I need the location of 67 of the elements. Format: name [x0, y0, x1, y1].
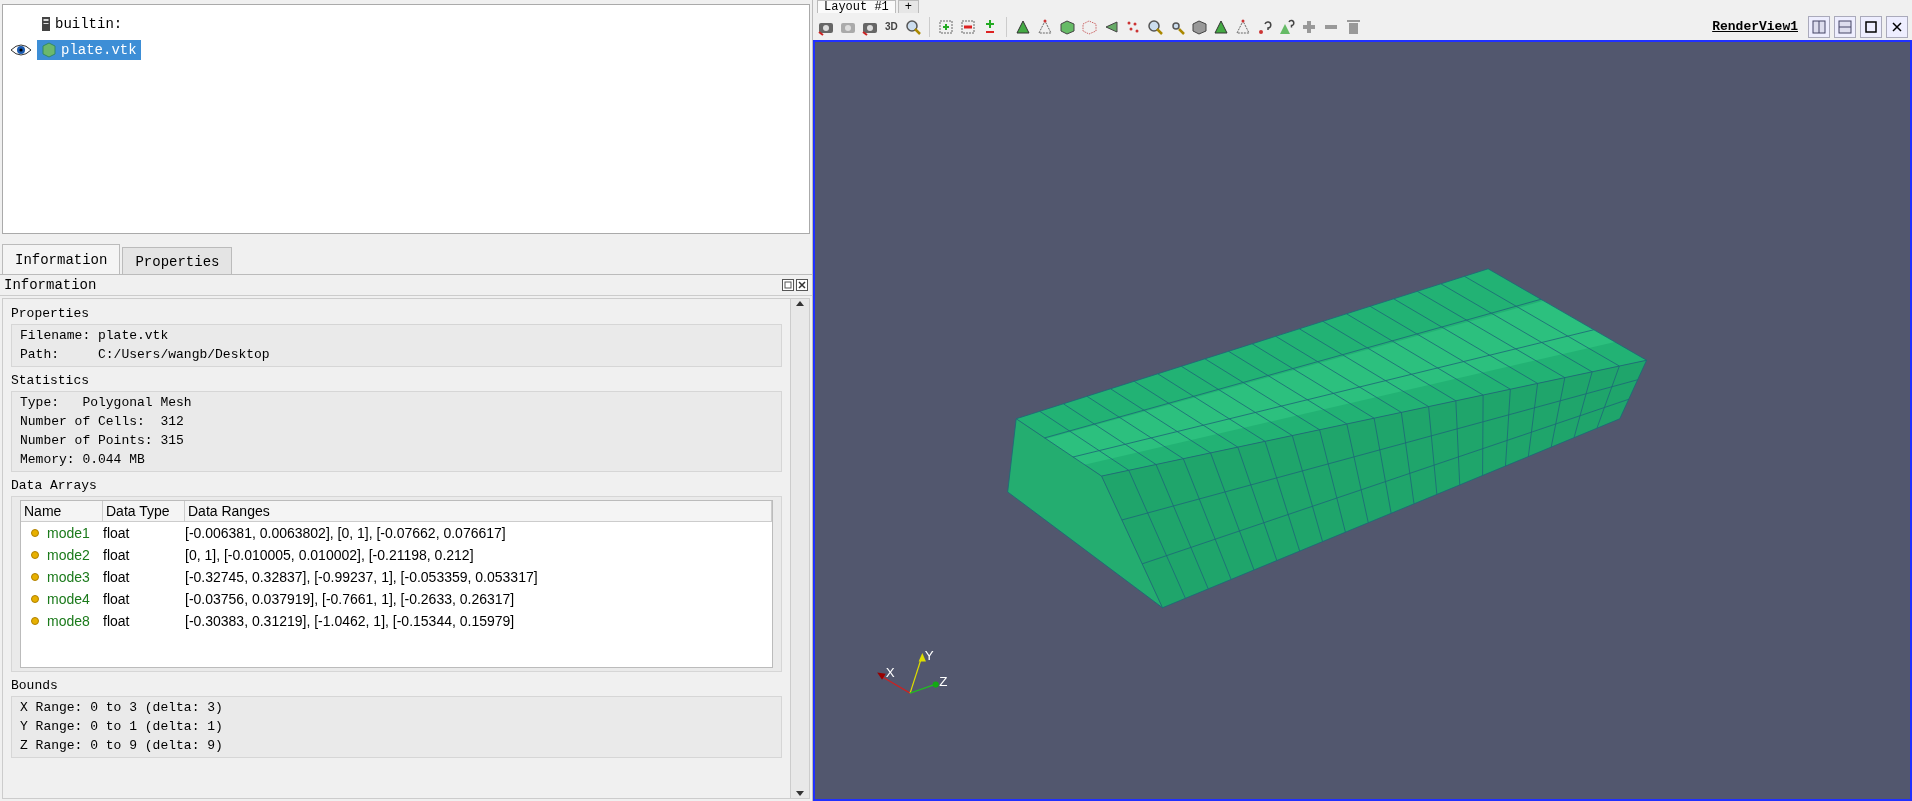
- info-line: Number of Points: 315: [20, 433, 185, 449]
- column-header[interactable]: Data Type: [103, 501, 185, 521]
- point-data-icon: [31, 573, 39, 581]
- table-cell-text: [-0.006381, 0.0063802], [0, 1], [-0.07662, 0.076617]: [185, 525, 507, 541]
- info-line: Filename: plate.vtk: [20, 328, 170, 344]
- scroll-up-icon[interactable]: [795, 299, 805, 307]
- float-icon[interactable]: [782, 279, 794, 291]
- cube-icon: [41, 42, 57, 58]
- triangle-icon[interactable]: [1277, 17, 1296, 36]
- panel-title: Information: [4, 277, 97, 293]
- info-line: Number of Cells: 312: [20, 414, 185, 430]
- maximize-icon: [1865, 20, 1877, 33]
- array-name: mode3: [47, 569, 90, 585]
- table-cell-text: [0, 1], [-0.010005, 0.010002], [-0.21198, 0.212]: [185, 547, 475, 563]
- remove-icon[interactable]: [958, 17, 977, 36]
- info-line: Z Range: 0 to 9 (delta: 9): [20, 738, 224, 754]
- view-name: RenderView1: [1712, 19, 1798, 34]
- column-header[interactable]: Data Ranges: [185, 501, 772, 521]
- point-data-icon: [31, 551, 39, 559]
- split-vertical-icon: [1838, 19, 1852, 34]
- table-cell-text: float: [103, 525, 131, 541]
- table-cell-text: [-0.03756, 0.037919], [-0.7661, 1], [-0.2633, 0.26317]: [185, 591, 516, 607]
- find-icon[interactable]: [1145, 17, 1164, 36]
- info-line: X Range: 0 to 3 (delta: 3): [20, 700, 224, 716]
- add-icon[interactable]: [936, 17, 955, 36]
- layout-tab[interactable]: +: [897, 0, 919, 14]
- render-view[interactable]: X Y Z: [813, 39, 1912, 801]
- scroll-down-icon[interactable]: [795, 790, 805, 798]
- section-title: Statistics: [11, 373, 90, 388]
- point-data-icon: [31, 529, 39, 537]
- close-icon[interactable]: [796, 279, 808, 291]
- table-cell-text: float: [103, 591, 131, 607]
- close-button[interactable]: [1886, 15, 1908, 38]
- array-name: mode1: [47, 525, 90, 541]
- selection-icon[interactable]: [1035, 17, 1054, 36]
- array-name: mode8: [47, 613, 90, 629]
- panel-tab[interactable]: Properties: [122, 247, 233, 274]
- array-name: mode4: [47, 591, 90, 607]
- layout-tab[interactable]: Layout #1: [817, 0, 896, 14]
- point-data-icon: [31, 595, 39, 603]
- toggle-3d-button[interactable]: 3D: [883, 21, 900, 32]
- split-horizontal-button[interactable]: [1808, 15, 1830, 38]
- table-cell-text: float: [103, 569, 131, 585]
- column-header[interactable]: Name: [21, 501, 103, 521]
- info-line: Path: C:/Users/wangb/Desktop: [20, 347, 271, 363]
- server-icon: [41, 16, 51, 32]
- maximize-button[interactable]: [1860, 15, 1882, 38]
- zoom-to-box-icon[interactable]: [903, 17, 922, 36]
- panel-tab[interactable]: Information: [2, 244, 121, 274]
- section-title: Properties: [11, 306, 90, 321]
- table-cell-text: [-0.30383, 0.31219], [-1.0462, 1], [-0.15344, 0.15979]: [185, 613, 516, 629]
- table-cell-text: float: [103, 547, 131, 563]
- info-line: Memory: 0.044 MB: [20, 452, 146, 468]
- table-cell-text: [-0.32745, 0.32837], [-0.99237, 1], [-0.053359, 0.053317]: [185, 569, 539, 585]
- section-title: Bounds: [11, 678, 59, 693]
- pipeline-item[interactable]: builtin:: [37, 14, 127, 34]
- table-cell-text: float: [103, 613, 131, 629]
- section-title: Data Arrays: [11, 478, 98, 493]
- axes-triad-drawing: X Y Z: [877, 648, 948, 694]
- info-line: Y Range: 0 to 1 (delta: 1): [20, 719, 224, 735]
- close-icon: [1891, 20, 1903, 33]
- split-horizontal-icon: [1812, 19, 1826, 34]
- array-name: mode2: [47, 547, 90, 563]
- eye-icon[interactable]: [10, 43, 32, 57]
- point-data-icon: [31, 617, 39, 625]
- info-line: Type: Polygonal Mesh: [20, 395, 193, 411]
- scrollbar[interactable]: [790, 299, 809, 798]
